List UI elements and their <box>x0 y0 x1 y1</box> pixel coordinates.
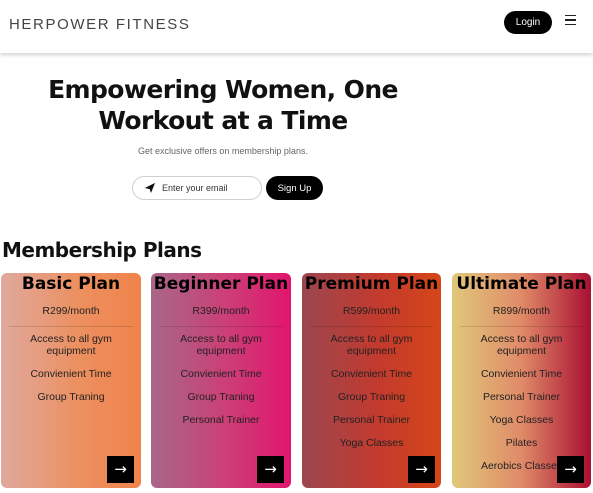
plan-card-ultimate: Ultimate Plan R899/month Access to all g… <box>452 273 591 488</box>
feature-item: Convienient Time <box>30 368 112 380</box>
plan-price: R899/month <box>492 305 551 317</box>
feature-list: Access to all gym equipment Convienient … <box>1 333 141 403</box>
feature-item: Pilates <box>505 437 538 449</box>
plan-card-premium: Premium Plan R599/month Access to all gy… <box>302 273 441 488</box>
feature-item: Convienient Time <box>480 368 563 380</box>
plan-divider <box>159 326 283 327</box>
plan-name: Ultimate Plan <box>456 274 587 294</box>
feature-item: Convienient Time <box>180 368 262 380</box>
hamburger-menu-icon[interactable] <box>565 15 576 25</box>
paper-plane-icon <box>144 182 156 194</box>
select-plan-arrow-button[interactable]: → <box>557 456 584 483</box>
feature-item: Personal Trainer <box>332 414 411 426</box>
plan-card-beginner: Beginner Plan R399/month Access to all g… <box>151 273 291 488</box>
feature-list: Access to all gym equipment Convienient … <box>151 333 291 426</box>
feature-item: Convienient Time <box>330 368 413 380</box>
feature-item: Access to all gym equipment <box>180 333 262 357</box>
feature-item: Yoga Classes <box>339 437 404 449</box>
plan-name: Premium Plan <box>304 274 439 294</box>
plan-card-basic: Basic Plan R299/month Access to all gym … <box>1 273 141 488</box>
feature-item: Group Traning <box>337 391 406 403</box>
select-plan-arrow-button[interactable]: → <box>408 456 435 483</box>
select-plan-arrow-button[interactable]: → <box>257 456 284 483</box>
feature-item: Access to all gym equipment <box>330 333 413 357</box>
email-input[interactable] <box>162 183 262 193</box>
plan-price: R399/month <box>192 305 250 317</box>
feature-item: Yoga Classes <box>489 414 554 426</box>
feature-item: Personal Trainer <box>182 414 260 426</box>
plan-divider <box>9 326 133 327</box>
brand-logo[interactable]: HERPOWER FITNESS <box>9 16 190 33</box>
feature-item: Access to all gym equipment <box>30 333 112 357</box>
plan-price: R299/month <box>42 305 100 317</box>
top-navbar: HERPOWER FITNESS Login <box>0 0 593 53</box>
feature-item: Personal Trainer <box>482 391 561 403</box>
feature-item: Group Traning <box>187 391 255 403</box>
feature-list: Access to all gym equipment Convienient … <box>452 333 591 472</box>
feature-item: Group Traning <box>37 391 105 403</box>
select-plan-arrow-button[interactable]: → <box>107 456 134 483</box>
feature-list: Access to all gym equipment Convienient … <box>302 333 441 449</box>
plan-divider <box>310 326 433 327</box>
membership-section-title: Membership Plans <box>2 238 202 262</box>
hero-title: Empowering Women, One Workout at a Time <box>48 75 398 135</box>
sign-up-button[interactable]: Sign Up <box>266 176 323 200</box>
login-button[interactable]: Login <box>504 11 552 34</box>
plan-divider <box>460 326 583 327</box>
plan-name: Basic Plan <box>21 274 121 294</box>
plan-name: Beginner Plan <box>153 274 289 294</box>
hero-subtitle: Get exclusive offers on membership plans… <box>138 146 308 156</box>
email-signup-field[interactable] <box>132 176 262 200</box>
plan-price: R599/month <box>342 305 401 317</box>
feature-item: Access to all gym equipment <box>480 333 563 357</box>
